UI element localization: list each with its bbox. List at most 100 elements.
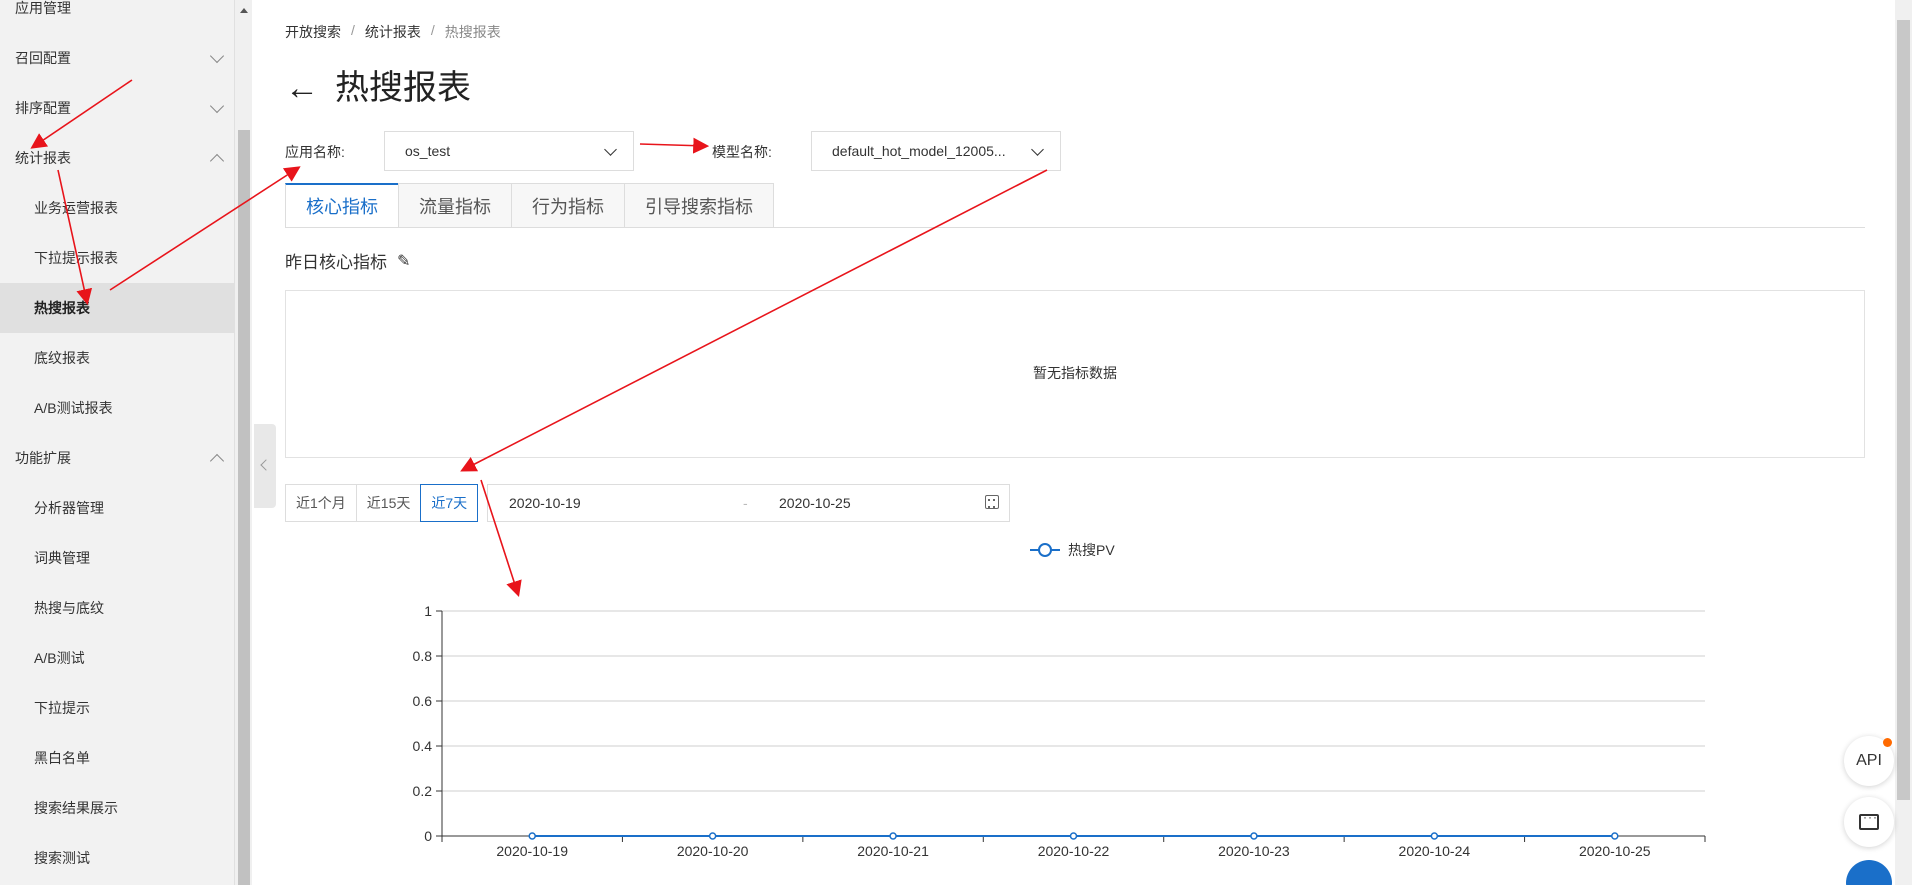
api-label: API (1856, 752, 1882, 769)
sidebar-item[interactable]: 底纹报表 (0, 333, 234, 383)
core-metrics-header: 昨日核心指标 ✎ (285, 248, 410, 273)
model-name-select[interactable]: default_hot_model_12005... (811, 131, 1061, 171)
y-tick-label: 0 (424, 828, 432, 844)
date-separator: - (743, 495, 748, 511)
sidebar-item[interactable]: A/B测试报表 (0, 383, 234, 433)
data-point (528, 832, 536, 840)
sidebar-scrollbar[interactable] (234, 0, 252, 885)
sidebar: 应用管理召回配置排序配置统计报表业务运营报表下拉提示报表热搜报表底纹报表 A/B测… (0, 0, 234, 885)
sidebar-item[interactable]: 应用管理 (0, 0, 234, 33)
model-name-value: default_hot_model_12005... (832, 143, 1006, 159)
chevron-down-icon (604, 143, 617, 156)
sidebar-item[interactable]: 分析器管理 (0, 483, 234, 533)
sidebar-item-label: 热搜与底纹 (34, 600, 104, 616)
sidebar-item-label: 分析器管理 (34, 500, 104, 516)
page-scrollbar[interactable] (1895, 0, 1912, 885)
sidebar-item[interactable]: 搜索结果展示 (0, 783, 234, 833)
chart-legend[interactable]: 热搜PV (1030, 540, 1115, 560)
tab-traffic-metrics[interactable]: 流量指标 (398, 183, 511, 228)
data-point (1430, 832, 1439, 840)
sidebar-item[interactable]: 召回配置 (0, 33, 234, 83)
chevron-down-icon[interactable] (209, 98, 225, 114)
sidebar-item[interactable]: 下拉提示报表 (0, 233, 234, 283)
breadcrumb-item-current: 热搜报表 (444, 24, 501, 40)
x-tick-label: 2020-10-25 (1579, 843, 1651, 859)
tabs-divider (285, 227, 1865, 228)
app-name-label: 应用名称: (285, 144, 345, 160)
chevron-down-icon[interactable] (209, 48, 225, 64)
sidebar-item[interactable]: 搜索测试 (0, 833, 234, 883)
x-tick-label: 2020-10-20 (677, 843, 749, 859)
tab-guided-search-metrics[interactable]: 引导搜索指标 (624, 183, 774, 228)
back-arrow-icon[interactable]: ← (285, 60, 319, 116)
sidebar-item-label: 下拉提示 (34, 700, 90, 716)
range-15-days-button[interactable]: 近15天 (355, 484, 421, 522)
api-button[interactable]: API (1844, 736, 1894, 786)
feedback-button[interactable] (1844, 797, 1894, 847)
tab-core-metrics[interactable]: 核心指标 (285, 183, 398, 228)
message-icon (1859, 810, 1879, 830)
breadcrumb-separator: / (430, 22, 435, 38)
chevron-up-icon[interactable] (209, 453, 225, 469)
x-tick-label: 2020-10-22 (1038, 843, 1110, 859)
sidebar-item-label: 召回配置 (15, 50, 71, 66)
data-point (1069, 832, 1078, 840)
sidebar-item-label: 热搜报表 (34, 300, 90, 316)
sidebar-item[interactable]: 排序配置 (0, 83, 234, 133)
y-tick-label: 0.6 (413, 693, 433, 709)
sidebar-item[interactable]: 业务运营报表 (0, 183, 234, 233)
sidebar-item-label: 功能扩展 (15, 450, 71, 466)
model-name-label: 模型名称: (712, 144, 772, 160)
sidebar-item[interactable]: 统计报表 (0, 133, 234, 183)
x-tick-label: 2020-10-23 (1218, 843, 1290, 859)
sidebar-item[interactable]: A/B测试 (0, 633, 234, 683)
data-point (1250, 832, 1258, 840)
range-1-month-button[interactable]: 近1个月 (285, 484, 356, 522)
line-chart: 0 0.2 0.4 0.6 0.8 1 2020-10-19 2020-10-20 2020-1… (413, 603, 1706, 859)
sidebar-item[interactable]: 热搜报表 (0, 283, 234, 333)
app-name-value: os_test (405, 143, 451, 159)
sidebar-item-label: 排序配置 (15, 100, 71, 116)
start-date: 2020-10-19 (509, 495, 581, 511)
date-range-buttons: 近1个月 近15天 近7天 (285, 484, 479, 522)
sidebar-item-label: 应用管理 (15, 0, 71, 16)
sidebar-item[interactable]: 功能扩展 (0, 433, 234, 483)
scroll-up-icon[interactable] (240, 8, 248, 13)
chevron-up-icon[interactable] (209, 153, 225, 169)
sidebar-item-label: 底纹报表 (34, 350, 90, 366)
tab-behavior-metrics[interactable]: 行为指标 (511, 183, 624, 228)
breadcrumb-item-open-search[interactable]: 开放搜索 (285, 22, 341, 42)
sidebar-scroll-thumb[interactable] (238, 130, 250, 885)
range-7-days-button[interactable]: 近7天 (420, 484, 479, 522)
assistant-button[interactable] (1846, 860, 1892, 885)
sidebar-item-label: A/B测试报表 (34, 400, 113, 416)
sidebar-collapse-button[interactable] (254, 424, 276, 508)
sidebar-item-label: 搜索测试 (34, 850, 90, 866)
core-metrics-panel: 暂无指标数据 (285, 290, 1865, 458)
legend-series-label: 热搜PV (1068, 542, 1115, 558)
sidebar-item-label: 搜索结果展示 (34, 800, 118, 816)
sidebar-item[interactable]: 下拉提示 (0, 683, 234, 733)
date-range-picker[interactable]: 2020-10-19 - 2020-10-25 (487, 484, 1010, 522)
sidebar-item[interactable]: 黑白名单 (0, 733, 234, 783)
metric-tabs: 核心指标 流量指标 行为指标 引导搜索指标 (285, 183, 774, 228)
breadcrumb-item-reports[interactable]: 统计报表 (365, 22, 421, 42)
annotation-arrow (639, 137, 710, 154)
sidebar-item-label: 业务运营报表 (34, 200, 118, 216)
sidebar-item[interactable]: 热搜与底纹 (0, 583, 234, 633)
chevron-down-icon (1031, 143, 1044, 156)
page-scroll-thumb[interactable] (1897, 20, 1910, 800)
end-date: 2020-10-25 (779, 495, 851, 511)
notification-dot (1883, 738, 1892, 747)
edit-icon[interactable]: ✎ (397, 251, 410, 271)
core-metrics-title: 昨日核心指标 (285, 253, 387, 272)
app-name-select[interactable]: os_test (384, 131, 634, 171)
page-title: 热搜报表 (335, 69, 471, 107)
breadcrumb-separator: / (351, 22, 355, 38)
breadcrumb: 开放搜索 / 统计报表 / 热搜报表 (285, 22, 501, 42)
chevron-left-icon (260, 459, 272, 471)
calendar-icon[interactable] (985, 495, 999, 509)
data-point (1611, 832, 1619, 840)
sidebar-item-label: 黑白名单 (34, 750, 90, 766)
sidebar-item[interactable]: 词典管理 (0, 533, 234, 583)
